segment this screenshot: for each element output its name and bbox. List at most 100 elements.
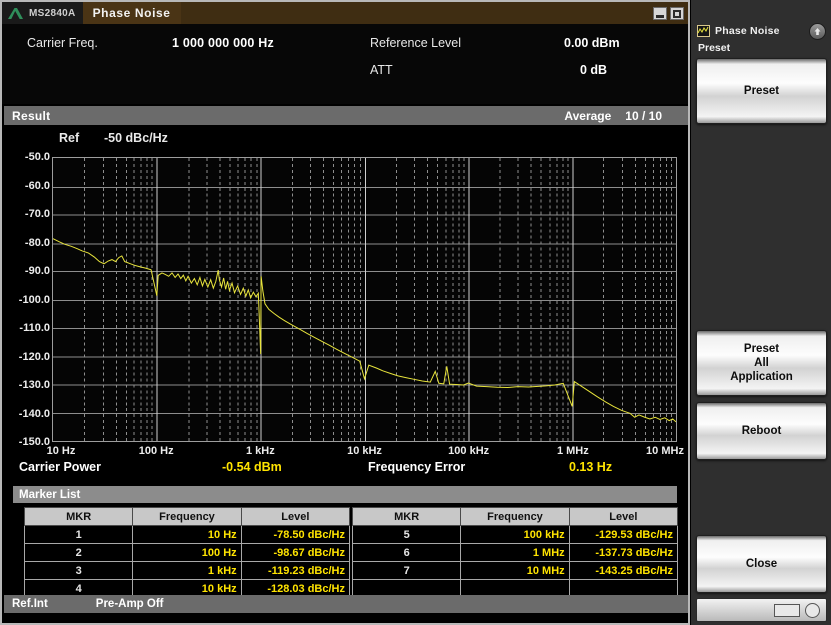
phase-noise-application-window: MS2840A Phase Noise Carrier Freq. 1 000 … <box>0 0 831 625</box>
cell-mkr: 7 <box>351 561 462 580</box>
marker-table-left-body: 1 10 Hz -78.50 dBc/Hz 2 100 Hz -98.67 dBc/Hz 3… <box>23 525 351 598</box>
carrier-freq-label: Carrier Freq. <box>27 36 98 50</box>
cell-freq: 10 Hz <box>132 525 242 544</box>
sidebar-title: Phase Noise <box>715 25 780 37</box>
phase-noise-graph: Ref -50 dBc/Hz -50.0 -60.0 -70.0 -80.0 -90.0… <box>4 125 688 457</box>
strip-circle-icon <box>805 602 820 618</box>
att-value[interactable]: 0 dB <box>580 63 607 77</box>
preamp-status: Pre-Amp Off <box>95 598 164 610</box>
table-row[interactable]: 31 kHz -119.23 dBc/Hz <box>23 561 351 580</box>
title-bar-spacer <box>181 2 653 24</box>
att-label: ATT <box>370 63 393 77</box>
cell-mkr: 2 <box>23 543 134 562</box>
table-row[interactable]: 5 100 kHz -129.53 dBc/Hz <box>351 525 679 544</box>
carrier-power-label: Carrier Power <box>19 460 101 474</box>
column-header: Level <box>568 507 679 526</box>
pin-up-icon[interactable] <box>809 23 826 40</box>
y-tick-label: -130.0 <box>18 379 50 391</box>
maximize-icon[interactable] <box>670 6 684 20</box>
window-title-bar: MS2840A Phase Noise <box>2 2 688 24</box>
y-axis-labels: -50.0 -60.0 -70.0 -80.0 -90.0 -100.0 -110.0 -12… <box>4 151 50 448</box>
column-header: Level <box>240 507 351 526</box>
cell-mkr: 3 <box>23 561 134 580</box>
cell-freq: 1 kHz <box>132 561 242 580</box>
ref-value: -50 dBc/Hz <box>104 131 168 145</box>
softkey-close[interactable]: Close <box>696 535 827 593</box>
average-label: Average <box>564 108 612 123</box>
minimize-icon[interactable] <box>653 6 667 20</box>
cell-mkr: 1 <box>23 525 134 544</box>
softkey-reboot[interactable]: Reboot <box>696 402 827 460</box>
cell-mkr: 5 <box>351 525 462 544</box>
cell-lvl: -143.25 dBc/Hz <box>568 561 679 580</box>
column-header: MKR <box>23 507 134 526</box>
marker-table-left[interactable]: MKR Frequency Level 1 10 Hz -78.50 dBc/Hz 2 10… <box>23 507 351 598</box>
column-header: Frequency <box>132 507 242 526</box>
instrument-screen: MS2840A Phase Noise Carrier Freq. 1 000 … <box>0 0 690 625</box>
carrier-freq-value[interactable]: 1 000 000 000 Hz <box>172 36 274 50</box>
instrument-model-label: MS2840A <box>29 7 76 19</box>
cell-lvl: -119.23 dBc/Hz <box>240 561 351 580</box>
plot-area-wrapper[interactable] <box>52 157 677 442</box>
table-row[interactable]: 2 100 Hz -98.67 dBc/Hz <box>23 543 351 562</box>
reference-source-status: Ref.Int <box>12 598 48 610</box>
reference-level-label: Reference Level <box>370 36 462 50</box>
marker-table-right-body: 5 100 kHz -129.53 dBc/Hz 6 1 MHz -137.73 dBc/… <box>351 525 679 598</box>
cell-mkr: 6 <box>351 543 462 562</box>
result-bar: Result Average 10 / 10 <box>4 106 688 125</box>
phase-noise-trace <box>53 239 676 422</box>
frequency-error-label: Frequency Error <box>368 460 466 474</box>
measurement-header-panel: Carrier Freq. 1 000 000 000 Hz Reference… <box>2 24 688 104</box>
sidebar-header: Phase Noise <box>694 22 829 40</box>
cell-freq: 10 MHz <box>460 561 570 580</box>
cell-lvl: -98.67 dBc/Hz <box>240 543 351 562</box>
y-tick-label: -120.0 <box>18 350 50 363</box>
ref-label: Ref <box>59 131 80 145</box>
soft-key-sidebar: Phase Noise Preset Preset Preset All Appli… <box>690 0 831 625</box>
anritsu-logo-icon <box>8 7 23 19</box>
plot-area[interactable] <box>52 157 677 442</box>
cell-freq: 100 kHz <box>460 525 570 544</box>
tab-phase-noise[interactable]: Phase Noise <box>82 2 181 24</box>
cell-lvl: -78.50 dBc/Hz <box>240 525 351 544</box>
softkey-close-label: Close <box>745 558 778 570</box>
marker-list-title: Marker List <box>19 488 81 501</box>
sidebar-bottom-strip[interactable] <box>696 598 827 622</box>
table-row[interactable]: 61 MHz -137.73 dBc/Hz <box>351 543 679 562</box>
phase-noise-icon <box>697 25 710 37</box>
column-header: MKR <box>351 507 462 526</box>
y-tick-label: -110.0 <box>19 322 50 334</box>
cell-lvl: -129.53 dBc/Hz <box>568 525 679 544</box>
y-tick-label: -50.0 <box>24 151 50 163</box>
y-tick-label: -100.0 <box>18 293 50 306</box>
strip-rect-icon <box>774 603 800 617</box>
softkey-preset-all-application[interactable]: Preset All Application <box>696 330 827 396</box>
softkey-reboot-label: Reboot <box>741 425 782 437</box>
y-tick-label: -150.0 <box>18 436 50 448</box>
table-row[interactable]: 1 10 Hz -78.50 dBc/Hz <box>23 525 351 544</box>
reference-level-value[interactable]: 0.00 dBm <box>564 36 620 50</box>
table-row[interactable]: 7 10 MHz -143.25 dBc/Hz <box>351 561 679 580</box>
marker-list-bar: Marker List <box>13 486 677 503</box>
marker-table-right[interactable]: MKR Frequency Level 5 100 kHz -129.53 dBc/Hz… <box>351 507 679 598</box>
softkey-preset-label: Preset <box>743 85 780 97</box>
cell-freq: 100 Hz <box>132 543 242 562</box>
y-tick-label: -140.0 <box>18 407 50 420</box>
softkey-preset[interactable]: Preset <box>696 58 827 124</box>
phase-noise-trace-svg <box>53 158 676 441</box>
result-title: Result <box>12 108 51 123</box>
frequency-error-value: 0.13 Hz <box>569 460 613 474</box>
average-count: 10 / 10 <box>625 108 662 123</box>
table-header-row: MKR Frequency Level <box>23 507 351 526</box>
column-header: Frequency <box>460 507 570 526</box>
y-tick-label: -80.0 <box>24 236 50 249</box>
y-tick-label: -60.0 <box>24 179 50 192</box>
y-tick-label: -90.0 <box>24 265 50 277</box>
instrument-logo-block: MS2840A <box>2 2 83 24</box>
cell-freq: 1 MHz <box>460 543 570 562</box>
softkey-preset-all-application-label: Preset All Application <box>730 343 793 383</box>
table-header-row: MKR Frequency Level <box>351 507 679 526</box>
y-tick-label: -70.0 <box>24 208 50 220</box>
grid-lines <box>53 158 676 441</box>
window-controls <box>653 2 688 24</box>
